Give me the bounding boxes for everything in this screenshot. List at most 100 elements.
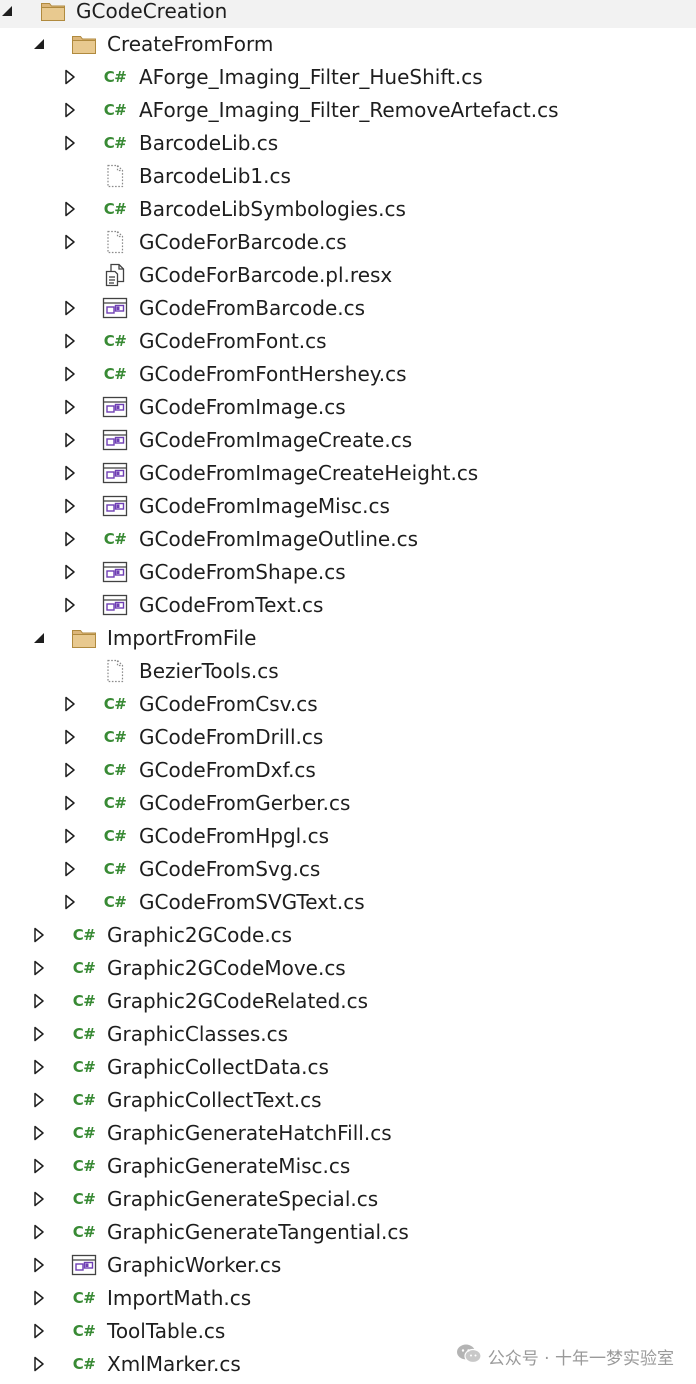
form-file-icon (102, 461, 128, 485)
expand-arrow-icon[interactable] (63, 465, 77, 481)
tree-row[interactable]: CreateFromForm (0, 28, 696, 61)
tree-row[interactable]: GCodeCreation (0, 0, 696, 28)
expand-arrow-icon[interactable] (63, 531, 77, 547)
form-file-icon (102, 395, 128, 419)
tree-row[interactable]: C# GraphicClasses.cs (0, 1018, 696, 1051)
expand-arrow-icon[interactable] (63, 729, 77, 745)
tree-row[interactable]: C# GCodeFromHpgl.cs (0, 820, 696, 853)
tree-row[interactable]: C# GCodeFromFontHershey.cs (0, 358, 696, 391)
csharp-file-icon: C# (71, 1154, 97, 1178)
tree-row[interactable]: C# BarcodeLib.cs (0, 127, 696, 160)
expand-arrow-icon[interactable] (32, 960, 46, 976)
tree-row[interactable]: GCodeFromText.cs (0, 589, 696, 622)
expand-arrow-icon[interactable] (63, 696, 77, 712)
csharp-icon-label: C# (103, 893, 127, 911)
file-label: BezierTools.cs (139, 659, 279, 683)
expand-arrow-icon[interactable] (32, 1092, 46, 1108)
folder-icon (40, 0, 66, 23)
tree-row[interactable]: GCodeForBarcode.pl.resx (0, 259, 696, 292)
file-label: GCodeForBarcode.cs (139, 230, 347, 254)
tree-row[interactable]: C# GraphicCollectData.cs (0, 1051, 696, 1084)
expand-arrow-icon[interactable] (63, 498, 77, 514)
csharp-icon-label: C# (103, 860, 127, 878)
tree-row[interactable]: C# GCodeFromImageOutline.cs (0, 523, 696, 556)
tree-row[interactable]: C# GCodeFromDrill.cs (0, 721, 696, 754)
csharp-icon-label: C# (72, 959, 96, 977)
tree-row[interactable]: C# GCodeFromFont.cs (0, 325, 696, 358)
collapse-arrow-icon[interactable] (32, 36, 46, 52)
expand-arrow-icon[interactable] (32, 1125, 46, 1141)
tree-row[interactable]: C# GCodeFromGerber.cs (0, 787, 696, 820)
expand-arrow-icon[interactable] (63, 69, 77, 85)
tree-row[interactable]: C# Graphic2GCodeMove.cs (0, 952, 696, 985)
tree-row[interactable]: C# GraphicGenerateSpecial.cs (0, 1183, 696, 1216)
expand-arrow-icon[interactable] (63, 894, 77, 910)
tree-row[interactable]: C# GCodeFromSVGText.cs (0, 886, 696, 919)
expand-arrow-icon[interactable] (63, 135, 77, 151)
expand-arrow-icon[interactable] (32, 1323, 46, 1339)
expand-arrow-icon[interactable] (63, 597, 77, 613)
file-label: GCodeFromSvg.cs (139, 857, 321, 881)
tree-row[interactable]: C# Graphic2GCodeRelated.cs (0, 985, 696, 1018)
csharp-icon-label: C# (72, 1091, 96, 1109)
tree-row[interactable]: ImportFromFile (0, 622, 696, 655)
expand-arrow-icon[interactable] (63, 399, 77, 415)
expand-arrow-icon[interactable] (63, 333, 77, 349)
tree-row[interactable]: C# Graphic2GCode.cs (0, 919, 696, 952)
tree-row[interactable]: C# ImportMath.cs (0, 1282, 696, 1315)
expand-arrow-icon[interactable] (63, 234, 77, 250)
file-label: BarcodeLib.cs (139, 131, 279, 155)
tree-row[interactable]: GCodeFromImageMisc.cs (0, 490, 696, 523)
expand-arrow-icon[interactable] (63, 564, 77, 580)
tree-row[interactable]: C# GraphicGenerateHatchFill.cs (0, 1117, 696, 1150)
tree-row[interactable]: GCodeFromShape.cs (0, 556, 696, 589)
tree-row[interactable]: GCodeFromBarcode.cs (0, 292, 696, 325)
expand-arrow-icon[interactable] (32, 1191, 46, 1207)
expand-arrow-icon[interactable] (32, 1026, 46, 1042)
expand-arrow-icon[interactable] (63, 828, 77, 844)
expand-arrow-icon[interactable] (32, 1059, 46, 1075)
expand-arrow-icon[interactable] (63, 201, 77, 217)
expand-arrow-icon[interactable] (63, 102, 77, 118)
tree-row[interactable]: GCodeFromImage.cs (0, 391, 696, 424)
csharp-icon-label: C# (103, 200, 127, 218)
tree-row[interactable]: GCodeFromImageCreate.cs (0, 424, 696, 457)
expand-arrow-icon[interactable] (32, 1158, 46, 1174)
tree-row[interactable]: GCodeFromImageCreateHeight.cs (0, 457, 696, 490)
file-label: GCodeFromCsv.cs (139, 692, 318, 716)
file-label: GCodeFromGerber.cs (139, 791, 351, 815)
expand-arrow-icon[interactable] (32, 1257, 46, 1273)
tree-row[interactable]: GraphicWorker.cs (0, 1249, 696, 1282)
expand-arrow-icon[interactable] (63, 432, 77, 448)
tree-row[interactable]: C# GCodeFromDxf.cs (0, 754, 696, 787)
expand-arrow-icon[interactable] (32, 1290, 46, 1306)
tree-row[interactable]: C# AForge_Imaging_Filter_HueShift.cs (0, 61, 696, 94)
tree-row[interactable]: GCodeForBarcode.cs (0, 226, 696, 259)
expand-arrow-icon[interactable] (63, 300, 77, 316)
collapse-arrow-icon[interactable] (0, 3, 14, 19)
expand-arrow-icon[interactable] (63, 861, 77, 877)
expand-arrow-icon[interactable] (63, 795, 77, 811)
expand-arrow-icon[interactable] (32, 1224, 46, 1240)
tree-row[interactable]: C# GraphicGenerateTangential.cs (0, 1216, 696, 1249)
expand-arrow-icon[interactable] (32, 1356, 46, 1372)
expand-arrow-icon[interactable] (32, 993, 46, 1009)
collapse-arrow-icon[interactable] (32, 630, 46, 646)
file-label: GraphicCollectData.cs (107, 1055, 329, 1079)
tree-row[interactable]: C# GCodeFromCsv.cs (0, 688, 696, 721)
tree-row[interactable]: C# AForge_Imaging_Filter_RemoveArtefact.c… (0, 94, 696, 127)
expand-arrow-icon[interactable] (32, 927, 46, 943)
expand-arrow-icon[interactable] (63, 762, 77, 778)
tree-row[interactable]: C# GCodeFromSvg.cs (0, 853, 696, 886)
tree-row[interactable]: C# GraphicCollectText.cs (0, 1084, 696, 1117)
csharp-icon-label: C# (72, 1322, 96, 1340)
tree-row[interactable]: C# GraphicGenerateMisc.cs (0, 1150, 696, 1183)
file-label: GCodeFromShape.cs (139, 560, 346, 584)
tree-row[interactable]: BezierTools.cs (0, 655, 696, 688)
tree-row[interactable]: C# BarcodeLibSymbologies.cs (0, 193, 696, 226)
file-label: GCodeFromFont.cs (139, 329, 327, 353)
expand-arrow-icon[interactable] (63, 366, 77, 382)
file-label: BarcodeLibSymbologies.cs (139, 197, 406, 221)
tree-row[interactable]: BarcodeLib1.cs (0, 160, 696, 193)
file-label: Graphic2GCodeMove.cs (107, 956, 346, 980)
